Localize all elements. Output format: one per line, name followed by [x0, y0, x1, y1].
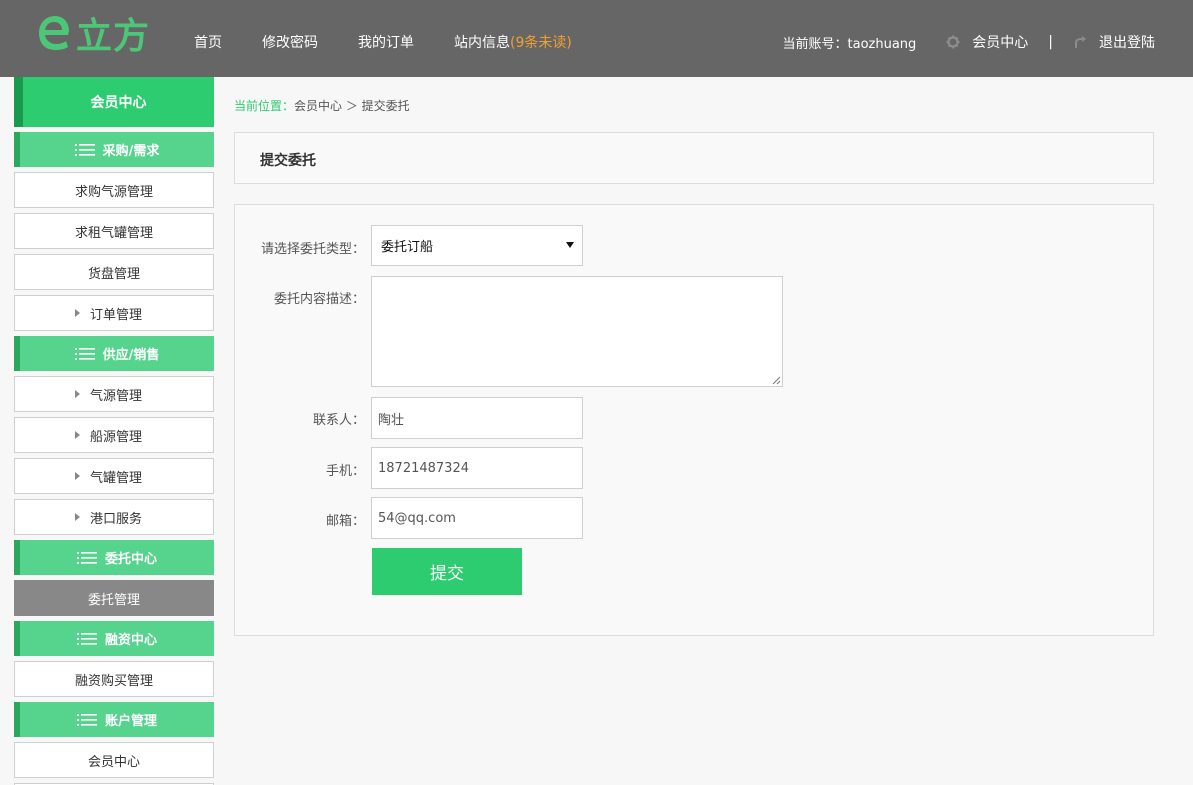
breadcrumb-path: 会员中心 ＞ 提交委托 — [294, 99, 410, 113]
header-user-area: 当前账号：taozhuang 会员中心 | 退出登陆 — [783, 32, 1156, 52]
sidebar-group-purchase[interactable]: 采购/需求 — [14, 132, 214, 167]
gear-icon — [946, 35, 960, 49]
sidebar-group-account[interactable]: 账户管理 — [14, 702, 214, 737]
caret-right-icon — [75, 309, 80, 317]
member-center-link[interactable]: 会员中心 — [946, 32, 1028, 52]
menu-lines-icon — [74, 347, 95, 360]
menu-lines-icon — [74, 143, 95, 156]
sidebar-item-label: 订单管理 — [90, 307, 143, 323]
desc-label: 委托内容描述： — [273, 292, 365, 307]
resize-grip-icon[interactable] — [772, 376, 781, 385]
logo-text: 立方 — [76, 16, 151, 57]
logout-link[interactable]: 退出登陆 — [1073, 32, 1155, 52]
contact-input[interactable]: 陶壮 — [371, 397, 583, 439]
nav-change-password[interactable]: 修改密码 — [262, 32, 318, 52]
breadcrumb-label: 当前位置： — [234, 99, 295, 113]
menu-lines-icon — [76, 713, 97, 726]
menu-lines-icon — [76, 632, 97, 645]
logout-label: 退出登陆 — [1099, 35, 1155, 51]
breadcrumb: 当前位置：会员中心 ＞ 提交委托 — [234, 97, 410, 114]
commission-form: 请选择委托类型： 委托订船 委托内容描述： 联系人： 陶壮 手机： 187214… — [234, 204, 1154, 636]
page-title: 提交委托 — [260, 153, 316, 169]
main-nav: 首页 修改密码 我的订单 站内信息(9条未读) — [194, 32, 612, 52]
nav-messages[interactable]: 站内信息(9条未读) — [454, 32, 572, 52]
unread-count: (9条未读) — [510, 35, 572, 51]
sidebar: 会员中心 采购/需求 求购气源管理 求租气罐管理 货盘管理 订单管理 供应/销售… — [14, 77, 214, 785]
sidebar-item-finance-purchase[interactable]: 融资购买管理 — [14, 661, 214, 697]
sidebar-group-label: 融资中心 — [104, 633, 157, 648]
sidebar-item-ship-source[interactable]: 船源管理 — [14, 417, 214, 453]
sidebar-item-gas-source[interactable]: 气源管理 — [14, 376, 214, 412]
phone-label: 手机： — [325, 464, 365, 479]
caret-right-icon — [75, 390, 80, 398]
sidebar-group-label: 委托中心 — [104, 552, 157, 567]
sidebar-item-orders[interactable]: 订单管理 — [14, 295, 214, 331]
nav-messages-label: 站内信息 — [454, 35, 510, 51]
caret-right-icon — [75, 513, 80, 521]
sidebar-item-commission-manage[interactable]: 委托管理 — [14, 580, 214, 616]
sidebar-item-gas-tank[interactable]: 气罐管理 — [14, 458, 214, 494]
sidebar-item-label: 船源管理 — [90, 429, 143, 445]
submit-button[interactable]: 提交 — [372, 548, 522, 595]
sidebar-group-finance[interactable]: 融资中心 — [14, 621, 214, 656]
caret-right-icon — [75, 431, 80, 439]
email-input[interactable]: 54@qq.com — [371, 497, 583, 539]
sidebar-item-label: 港口服务 — [90, 511, 143, 527]
member-center-label: 会员中心 — [972, 35, 1029, 51]
contact-label: 联系人： — [312, 413, 365, 428]
email-label: 邮箱： — [325, 514, 365, 529]
panel-header: 提交委托 — [234, 132, 1154, 184]
sidebar-item-buy-gas[interactable]: 求购气源管理 — [14, 172, 214, 208]
commission-type-select[interactable]: 委托订船 — [371, 225, 583, 266]
sidebar-group-commission[interactable]: 委托中心 — [14, 540, 214, 575]
sidebar-item-port-service[interactable]: 港口服务 — [14, 499, 214, 535]
commission-type-value: 委托订船 — [381, 240, 434, 255]
phone-input[interactable]: 18721487324 — [371, 447, 583, 489]
logo[interactable]: 立方 — [34, 8, 150, 58]
account-info: 当前账号：taozhuang — [782, 36, 917, 52]
top-header: 立方 首页 修改密码 我的订单 站内信息(9条未读) 当前账号：taozhuan… — [0, 0, 1193, 77]
sidebar-group-label: 账户管理 — [104, 714, 157, 729]
logo-e-icon — [39, 16, 69, 50]
sidebar-item-label: 气罐管理 — [90, 470, 143, 486]
caret-right-icon — [75, 472, 80, 480]
nav-home[interactable]: 首页 — [194, 32, 222, 52]
dropdown-caret-icon — [566, 242, 574, 248]
sidebar-group-label: 采购/需求 — [102, 144, 160, 159]
sidebar-item-rent-tank[interactable]: 求租气罐管理 — [14, 213, 214, 249]
sidebar-item-member-center[interactable]: 会员中心 — [14, 742, 214, 778]
description-textarea[interactable] — [371, 276, 783, 387]
logout-arrow-icon — [1075, 36, 1086, 48]
menu-lines-icon — [76, 551, 97, 564]
sidebar-item-label: 气源管理 — [90, 388, 143, 404]
sidebar-item-cargo[interactable]: 货盘管理 — [14, 254, 214, 290]
type-label: 请选择委托类型： — [260, 242, 365, 257]
sidebar-title[interactable]: 会员中心 — [14, 77, 214, 127]
sidebar-group-supply[interactable]: 供应/销售 — [14, 336, 214, 371]
header-separator: | — [1048, 34, 1053, 50]
sidebar-group-label: 供应/销售 — [102, 348, 160, 363]
nav-my-orders[interactable]: 我的订单 — [358, 32, 414, 52]
